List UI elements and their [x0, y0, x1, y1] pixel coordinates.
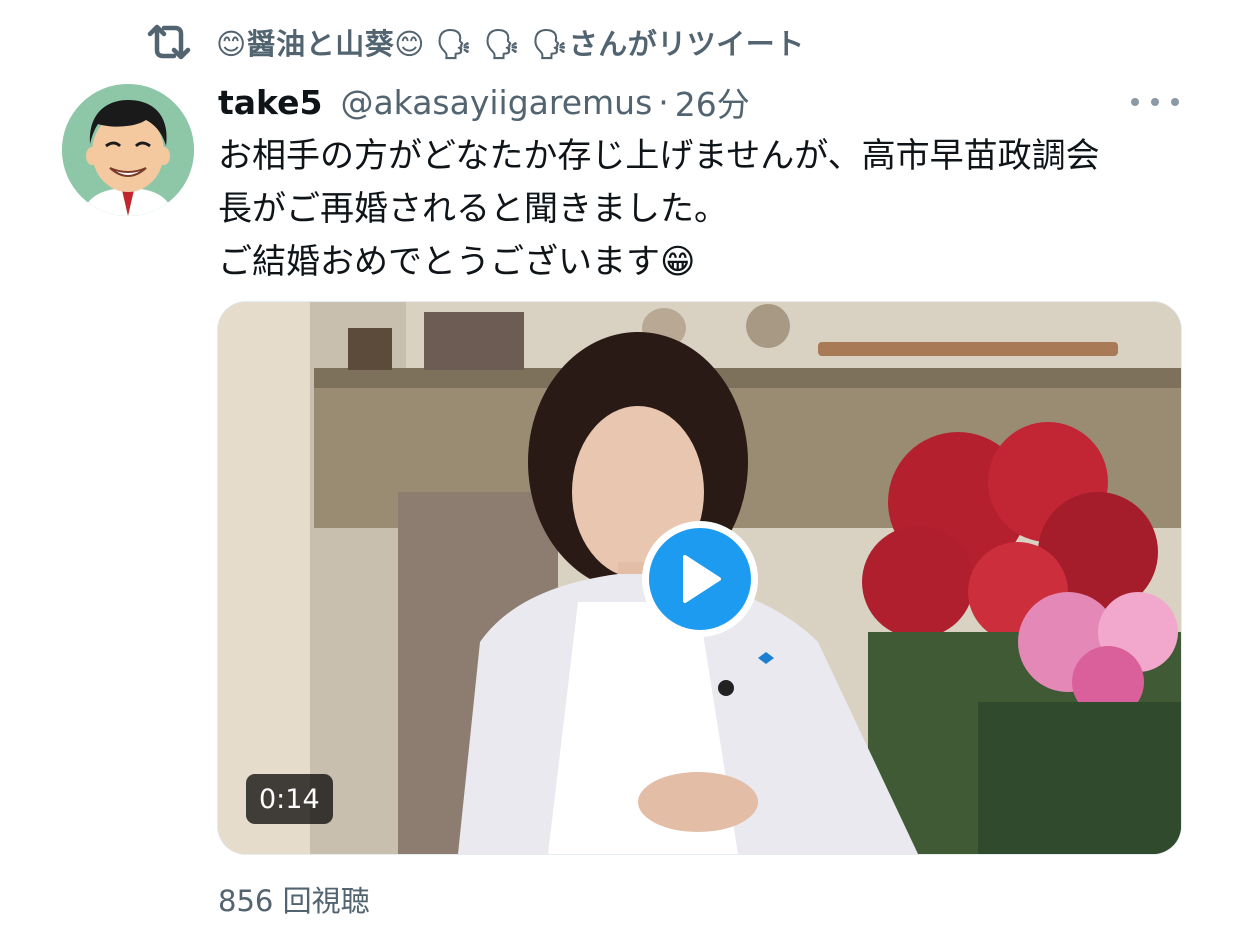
tweet-header: take5 @akasayiigaremus · 26分 — [218, 78, 750, 126]
play-button[interactable] — [642, 521, 758, 637]
avatar[interactable] — [62, 84, 194, 216]
tweet-text-line: 長がご再婚されると聞きました。 — [218, 189, 728, 229]
more-dot — [1131, 98, 1139, 106]
separator-dot: · — [658, 82, 669, 122]
view-count: 856 回視聴 — [218, 884, 370, 918]
tweet-text-line: ご結婚おめでとうございます😁 — [218, 242, 696, 282]
retweet-by-label[interactable]: 😊醤油と山葵😊 🗣 🗣 🗣さんがリツイート — [216, 21, 805, 63]
video-player[interactable]: 0:14 — [218, 302, 1181, 854]
tweet-card[interactable]: 😊醤油と山葵😊 🗣 🗣 🗣さんがリツイート take5 @akasayiigar… — [0, 0, 1242, 929]
display-name[interactable]: take5 — [218, 83, 322, 122]
more-dot — [1151, 98, 1159, 106]
play-icon — [683, 555, 721, 603]
user-handle[interactable]: @akasayiigaremus — [340, 83, 652, 122]
avatar-illustration — [62, 84, 194, 216]
retweet-icon — [146, 22, 192, 62]
video-duration-badge: 0:14 — [246, 774, 333, 824]
more-dot — [1171, 98, 1179, 106]
retweet-context[interactable]: 😊醤油と山葵😊 🗣 🗣 🗣さんがリツイート — [146, 20, 805, 64]
timestamp[interactable]: 26分 — [675, 78, 750, 126]
tweet-text-line: お相手の方がどなたか存じ上げませんが、高市早苗政調会 — [218, 136, 1100, 176]
more-icon[interactable] — [1131, 88, 1179, 116]
tweet-text: お相手の方がどなたか存じ上げませんが、高市早苗政調会 長がご再婚されると聞きまし… — [218, 130, 1178, 289]
